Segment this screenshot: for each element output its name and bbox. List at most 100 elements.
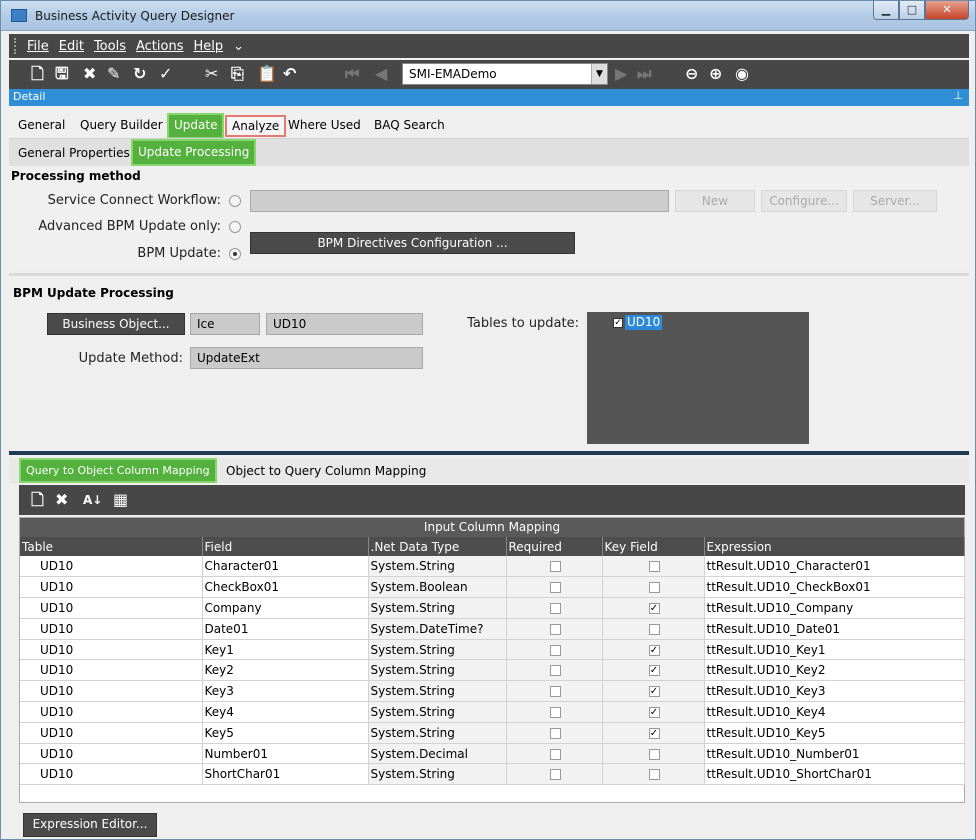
cell-required[interactable] bbox=[506, 639, 603, 661]
cell-table[interactable]: UD10 bbox=[20, 659, 203, 682]
table-row[interactable]: UD10 Key1 System.String ✓ ttResult.UD10_Key1 bbox=[20, 639, 965, 661]
tab-query-to-object[interactable]: Query to Object Column Mapping bbox=[19, 458, 217, 483]
required-checkbox[interactable] bbox=[549, 644, 561, 656]
expression-editor-button[interactable]: Expression Editor... bbox=[23, 813, 157, 837]
table-row[interactable]: UD10 Character01 System.String ttResult.UD1… bbox=[20, 556, 965, 578]
cell-field[interactable]: Key1 bbox=[202, 639, 369, 661]
cell-key[interactable] bbox=[602, 556, 705, 578]
key-field-checkbox[interactable] bbox=[648, 582, 660, 594]
cell-table[interactable]: UD10 bbox=[20, 680, 203, 703]
new-icon[interactable]: 🗋 bbox=[31, 64, 44, 84]
new-row-icon[interactable]: 🗋 bbox=[31, 490, 44, 510]
cell-required[interactable] bbox=[506, 722, 603, 744]
undo-icon[interactable]: ↶ bbox=[283, 64, 296, 84]
copy-icon[interactable]: ⎘ bbox=[231, 64, 244, 84]
table-ud10-checkbox[interactable]: ✓ bbox=[613, 318, 623, 328]
close-button[interactable]: ✕ bbox=[925, 1, 969, 20]
company-selector[interactable]: SMI-EMADemo ▼ bbox=[402, 63, 608, 85]
menu-actions[interactable]: Actions bbox=[136, 39, 184, 54]
col-header-field[interactable]: Field bbox=[202, 537, 369, 556]
first-record-icon[interactable]: ⏮ bbox=[345, 64, 359, 84]
home-icon[interactable]: ◉ bbox=[735, 64, 749, 84]
cell-field[interactable]: Key4 bbox=[202, 701, 369, 723]
col-header-type[interactable]: .Net Data Type bbox=[368, 537, 507, 556]
tables-to-update-list[interactable]: ✓ UD10 bbox=[587, 312, 809, 444]
cell-type[interactable]: System.Boolean bbox=[368, 576, 507, 599]
minimize-button[interactable]: ▁ bbox=[873, 1, 899, 20]
required-checkbox[interactable] bbox=[549, 706, 561, 718]
cell-table[interactable]: UD10 bbox=[20, 722, 203, 744]
tab-where-used[interactable]: Where Used bbox=[283, 113, 366, 137]
key-field-checkbox[interactable] bbox=[648, 623, 660, 635]
delete-row-icon[interactable]: ✖ bbox=[55, 490, 68, 510]
cell-expression[interactable]: ttResult.UD10_Key5 bbox=[704, 722, 965, 744]
configure-button[interactable]: Configure... bbox=[761, 190, 847, 212]
cell-required[interactable] bbox=[506, 680, 603, 703]
cell-key[interactable] bbox=[602, 743, 705, 765]
cell-expression[interactable]: ttResult.UD10_Date01 bbox=[704, 618, 965, 640]
chevron-down-icon[interactable]: ▼ bbox=[591, 64, 607, 84]
col-header-expression[interactable]: Expression bbox=[704, 537, 965, 556]
table-row[interactable]: UD10 Company System.String ✓ ttResult.UD10_C… bbox=[20, 597, 965, 619]
table-row[interactable]: UD10 CheckBox01 System.Boolean ttResult.UD1… bbox=[20, 576, 965, 599]
required-checkbox[interactable] bbox=[549, 561, 561, 573]
key-field-checkbox[interactable] bbox=[648, 748, 660, 760]
bo-name-field[interactable]: UD10 bbox=[266, 313, 423, 335]
cell-required[interactable] bbox=[506, 576, 603, 599]
cell-required[interactable] bbox=[506, 743, 603, 765]
cell-required[interactable] bbox=[506, 597, 603, 619]
update-method-field[interactable]: UpdateExt bbox=[190, 347, 423, 369]
cell-field[interactable]: Company bbox=[202, 597, 369, 619]
cell-type[interactable]: System.String bbox=[368, 701, 507, 723]
table-ud10-item[interactable]: UD10 bbox=[625, 315, 663, 330]
cell-key[interactable]: ✓ bbox=[602, 659, 705, 682]
table-row[interactable]: UD10 Key3 System.String ✓ ttResult.UD10_Key3 bbox=[20, 680, 965, 703]
bpm-update-radio[interactable] bbox=[229, 248, 241, 260]
cell-table[interactable]: UD10 bbox=[20, 618, 203, 640]
tab-query-builder[interactable]: Query Builder bbox=[75, 113, 168, 137]
grid-settings-icon[interactable]: ▦ bbox=[113, 490, 128, 510]
server-button[interactable]: Server... bbox=[853, 190, 937, 212]
bo-system-field[interactable]: Ice bbox=[190, 313, 260, 335]
save-icon[interactable]: 🖫 bbox=[55, 64, 69, 84]
required-checkbox[interactable] bbox=[549, 769, 561, 781]
cell-type[interactable]: System.Decimal bbox=[368, 743, 507, 765]
required-checkbox[interactable] bbox=[549, 686, 561, 698]
col-header-table[interactable]: Table bbox=[20, 537, 203, 556]
cell-required[interactable] bbox=[506, 701, 603, 723]
menu-edit[interactable]: Edit bbox=[59, 39, 84, 54]
business-object-button[interactable]: Business Object... bbox=[47, 313, 185, 335]
cell-expression[interactable]: ttResult.UD10_Company bbox=[704, 597, 965, 619]
tab-general-properties[interactable]: General Properties bbox=[13, 142, 135, 164]
required-checkbox[interactable] bbox=[549, 623, 561, 635]
table-row[interactable]: UD10 Number01 System.Decimal ttResult.UD10_… bbox=[20, 743, 965, 765]
cell-required[interactable] bbox=[506, 763, 603, 786]
next-record-icon[interactable]: ▶ bbox=[615, 64, 627, 84]
cell-table[interactable]: UD10 bbox=[20, 701, 203, 723]
key-field-checkbox[interactable]: ✓ bbox=[648, 602, 660, 614]
table-row[interactable]: UD10 Key4 System.String ✓ ttResult.UD10_Key4 bbox=[20, 701, 965, 723]
required-checkbox[interactable] bbox=[549, 582, 561, 594]
cell-type[interactable]: System.String bbox=[368, 763, 507, 786]
pin-icon[interactable]: ⊥ bbox=[953, 89, 963, 102]
required-checkbox[interactable] bbox=[549, 748, 561, 760]
cell-required[interactable] bbox=[506, 618, 603, 640]
key-field-checkbox[interactable]: ✓ bbox=[648, 706, 660, 718]
col-header-required[interactable]: Required bbox=[506, 537, 603, 556]
cell-expression[interactable]: ttResult.UD10_Key2 bbox=[704, 659, 965, 682]
cell-field[interactable]: Date01 bbox=[202, 618, 369, 640]
tab-analyze[interactable]: Analyze bbox=[225, 115, 287, 137]
cell-key[interactable] bbox=[602, 618, 705, 640]
cell-key[interactable]: ✓ bbox=[602, 722, 705, 744]
service-connect-field[interactable] bbox=[250, 190, 669, 212]
cell-table[interactable]: UD10 bbox=[20, 763, 203, 786]
col-header-key[interactable]: Key Field bbox=[602, 537, 705, 556]
tab-update-processing[interactable]: Update Processing bbox=[131, 139, 257, 166]
cell-field[interactable]: CheckBox01 bbox=[202, 576, 369, 599]
refresh-icon[interactable]: ↻ bbox=[133, 64, 146, 84]
cell-required[interactable] bbox=[506, 556, 603, 578]
cell-type[interactable]: System.String bbox=[368, 597, 507, 619]
cell-field[interactable]: Key3 bbox=[202, 680, 369, 703]
cell-expression[interactable]: ttResult.UD10_Number01 bbox=[704, 743, 965, 765]
cell-type[interactable]: System.String bbox=[368, 722, 507, 744]
